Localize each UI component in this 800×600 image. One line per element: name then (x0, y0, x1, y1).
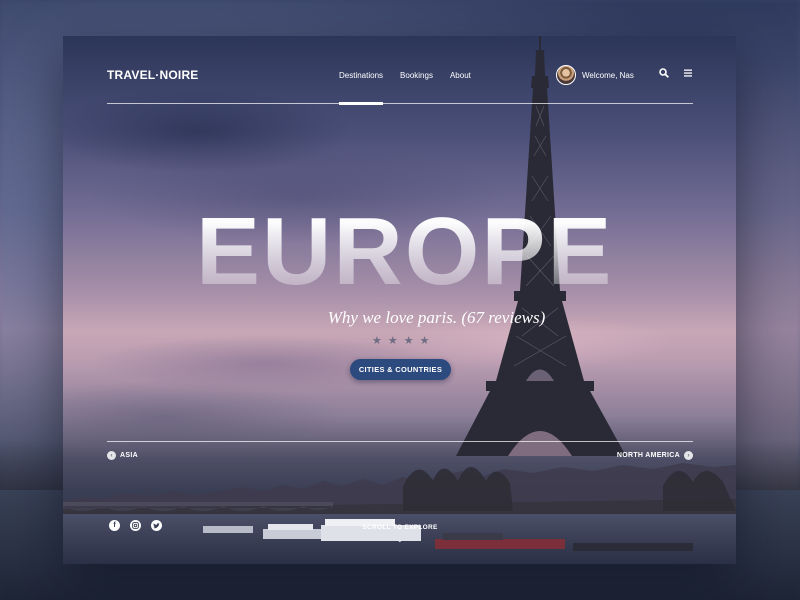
star-icon: ★ (372, 335, 382, 347)
twitter-icon[interactable] (151, 520, 162, 531)
chevron-left-icon: ‹ (107, 451, 116, 460)
user-menu[interactable]: Welcome, Nas (556, 65, 634, 85)
hero-tagline: Why we love paris. (67 reviews) (327, 308, 546, 327)
hero-title: EUROPE (196, 198, 614, 305)
rating-stars: ★ ★ ★ ★ (372, 334, 430, 347)
hero-card: TRAVEL·NOIRE Destinations Bookings About… (63, 36, 736, 564)
search-icon[interactable] (659, 68, 669, 78)
user-greeting[interactable]: Welcome, Nas (582, 71, 634, 80)
chevron-down-icon: ⌄ (396, 537, 404, 544)
top-nav: TRAVEL·NOIRE Destinations Bookings About… (107, 64, 693, 105)
nav-icons (659, 68, 693, 78)
cities-countries-button[interactable]: CITIES & COUNTRIES (350, 359, 451, 380)
nav-links: Destinations Bookings About (339, 71, 471, 105)
next-region-link[interactable]: NORTH AMERICA › (617, 451, 693, 460)
nav-about[interactable]: About (450, 71, 471, 80)
social-links: f (109, 520, 162, 531)
star-icon: ★ (419, 335, 430, 347)
menu-icon[interactable] (683, 68, 693, 78)
region-divider (107, 441, 693, 442)
chevron-right-icon: › (684, 451, 693, 460)
instagram-icon[interactable] (130, 520, 141, 531)
star-icon: ★ (387, 335, 398, 347)
nav-bookings[interactable]: Bookings (400, 71, 433, 80)
scroll-to-explore[interactable]: SCROLL TO EXPLORE ⌄ (350, 524, 450, 544)
scroll-label: SCROLL TO EXPLORE (362, 524, 438, 531)
logo[interactable]: TRAVEL·NOIRE (107, 68, 199, 82)
avatar[interactable] (556, 65, 576, 85)
nav-destinations[interactable]: Destinations (339, 71, 384, 105)
star-icon: ★ (403, 335, 414, 347)
prev-region-link[interactable]: ‹ ASIA (107, 451, 138, 460)
prev-region-label: ASIA (120, 452, 138, 459)
facebook-icon[interactable]: f (109, 520, 120, 531)
next-region-label: NORTH AMERICA (616, 452, 680, 459)
